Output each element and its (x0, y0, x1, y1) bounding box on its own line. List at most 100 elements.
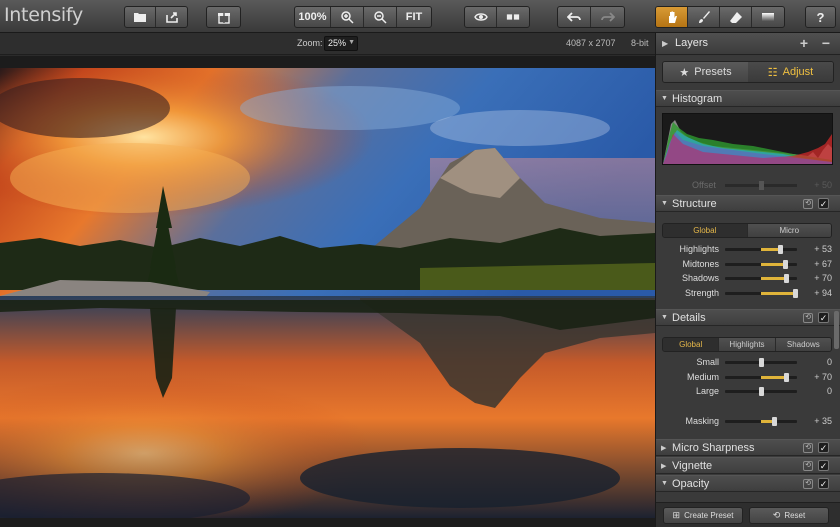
slider-knob[interactable] (784, 274, 790, 283)
details-enable-checkbox[interactable]: ✓ (818, 312, 829, 323)
view-group (464, 6, 530, 28)
slider-track[interactable] (725, 245, 797, 254)
mode-tabs: ★ Presets ☷ Adjust (662, 61, 834, 83)
opacity-enable-checkbox[interactable]: ✓ (818, 478, 829, 489)
micro-sharpness-label: Micro Sharpness (672, 442, 755, 454)
details-label: Details (672, 312, 706, 324)
tab-presets[interactable]: ★ Presets (663, 62, 748, 82)
slider-knob[interactable] (792, 288, 798, 298)
segment-structure-micro[interactable]: Micro (747, 224, 831, 237)
help-icon: ? (816, 9, 825, 25)
redo-button[interactable] (591, 7, 624, 27)
details-slider-large[interactable]: Large 0 (656, 385, 840, 398)
image-info-bar: Zoom: 25% ▼ 4087 x 2707 8-bit (0, 33, 655, 55)
segment-details-global[interactable]: Global (663, 338, 720, 351)
remove-layer-button[interactable]: − (818, 35, 834, 51)
segment-structure-global[interactable]: Global (663, 224, 748, 237)
slider-track[interactable] (725, 259, 797, 269)
offset-knob[interactable] (759, 181, 764, 190)
chevron-down-icon: ▼ (661, 314, 668, 321)
reset-icon: ⟲ (772, 510, 781, 520)
histogram-header[interactable]: ▼ Histogram (656, 90, 840, 107)
tool-group (655, 6, 785, 28)
slider-knob[interactable] (783, 259, 789, 269)
reset-icon[interactable]: ⟲ (803, 479, 813, 489)
slider-fill (761, 277, 787, 280)
panel-scrollbar[interactable] (834, 311, 839, 349)
structure-slider-midtones[interactable]: Midtones + 67 (656, 258, 840, 271)
preview-button[interactable] (465, 7, 497, 27)
chevron-down-icon: ▼ (661, 95, 668, 102)
zoom-select[interactable]: 25% ▼ (324, 36, 358, 51)
slider-track[interactable] (725, 274, 797, 283)
photo-canvas[interactable] (0, 68, 655, 518)
reset-icon[interactable]: ⟲ (803, 313, 813, 323)
hand-tool-button[interactable] (656, 7, 688, 27)
chevron-down-icon: ▼ (348, 39, 355, 46)
structure-slider-highlights[interactable]: Highlights + 53 (656, 243, 840, 256)
zoom-out-button[interactable] (364, 7, 397, 27)
reset-icon[interactable]: ⟲ (803, 199, 813, 209)
help-button[interactable]: ? (806, 7, 835, 27)
slider-track[interactable] (725, 387, 797, 396)
slider-value: + 67 (814, 258, 832, 269)
structure-slider-shadows[interactable]: Shadows + 70 (656, 272, 840, 285)
slider-knob[interactable] (778, 245, 784, 254)
chevron-down-icon: ▼ (661, 200, 668, 207)
undo-button[interactable] (558, 7, 591, 27)
eraser-tool-button[interactable] (720, 7, 752, 27)
fit-button[interactable]: FIT (397, 7, 431, 27)
vignette-header[interactable]: ▶ Vignette ⟲ ✓ (656, 457, 840, 474)
vignette-enable-checkbox[interactable]: ✓ (818, 460, 829, 471)
zoom-group: 100% FIT (294, 6, 432, 28)
offset-value: + 50 (814, 180, 832, 190)
open-button[interactable] (125, 7, 156, 27)
segment-details-shadows[interactable]: Shadows (775, 338, 831, 351)
gift-button[interactable] (207, 7, 240, 27)
split-view-button[interactable] (497, 7, 529, 27)
details-slider-masking[interactable]: Masking + 35 (656, 415, 840, 428)
segment-details-highlights[interactable]: Highlights (719, 338, 776, 351)
reset-icon[interactable]: ⟲ (803, 443, 813, 453)
create-preset-button[interactable]: ⊞ Create Preset (663, 507, 743, 524)
histogram-label: Histogram (672, 93, 723, 105)
zoom-in-button[interactable] (331, 7, 364, 27)
slider-knob[interactable] (771, 417, 777, 426)
gradient-tool-button[interactable] (752, 7, 784, 27)
brush-tool-button[interactable] (688, 7, 720, 27)
slider-knob[interactable] (784, 372, 790, 382)
slider-track[interactable] (725, 358, 797, 367)
slider-value: 0 (826, 357, 832, 367)
slider-track[interactable] (725, 288, 798, 298)
tab-adjust[interactable]: ☷ Adjust (748, 62, 833, 82)
structure-label: Structure (672, 198, 717, 210)
reset-button[interactable]: ⟲ Reset (749, 507, 829, 524)
zoom-100-button[interactable]: 100% (295, 7, 331, 27)
details-slider-medium[interactable]: Medium + 70 (656, 371, 840, 384)
slider-knob[interactable] (759, 358, 764, 367)
slider-label: Strength (684, 287, 719, 298)
landscape-photo (0, 68, 655, 518)
micro-sharpness-header[interactable]: ▶ Micro Sharpness ⟲ ✓ (656, 439, 840, 456)
app-window: Intensify 100% FIT ? Zoom: 25% ▼ 4087 x … (0, 0, 840, 527)
slider-track[interactable] (725, 417, 797, 426)
layers-header[interactable]: ▶ Layers + − (656, 33, 840, 55)
structure-header[interactable]: ▼ Structure ⟲ ✓ (656, 195, 840, 212)
structure-enable-checkbox[interactable]: ✓ (818, 198, 829, 209)
details-header[interactable]: ▼ Details ⟲ ✓ (656, 309, 840, 326)
share-button[interactable] (156, 7, 187, 27)
file-group (124, 6, 188, 28)
slider-track[interactable] (725, 372, 797, 382)
structure-slider-strength[interactable]: Strength + 94 (656, 287, 840, 300)
opacity-header[interactable]: ▼ Opacity ⟲ ✓ (656, 475, 840, 492)
details-slider-small[interactable]: Small 0 (656, 356, 840, 369)
micro-sharpness-enable-checkbox[interactable]: ✓ (818, 442, 829, 453)
zoom-out-icon (374, 11, 387, 24)
canvas-area[interactable] (0, 56, 655, 527)
panel-footer: ⊞ Create Preset ⟲ Reset (656, 502, 840, 527)
slider-value: + 35 (814, 416, 832, 426)
slider-knob[interactable] (759, 387, 764, 396)
gift-icon (217, 13, 230, 24)
reset-icon[interactable]: ⟲ (803, 461, 813, 471)
add-layer-button[interactable]: + (796, 35, 812, 51)
